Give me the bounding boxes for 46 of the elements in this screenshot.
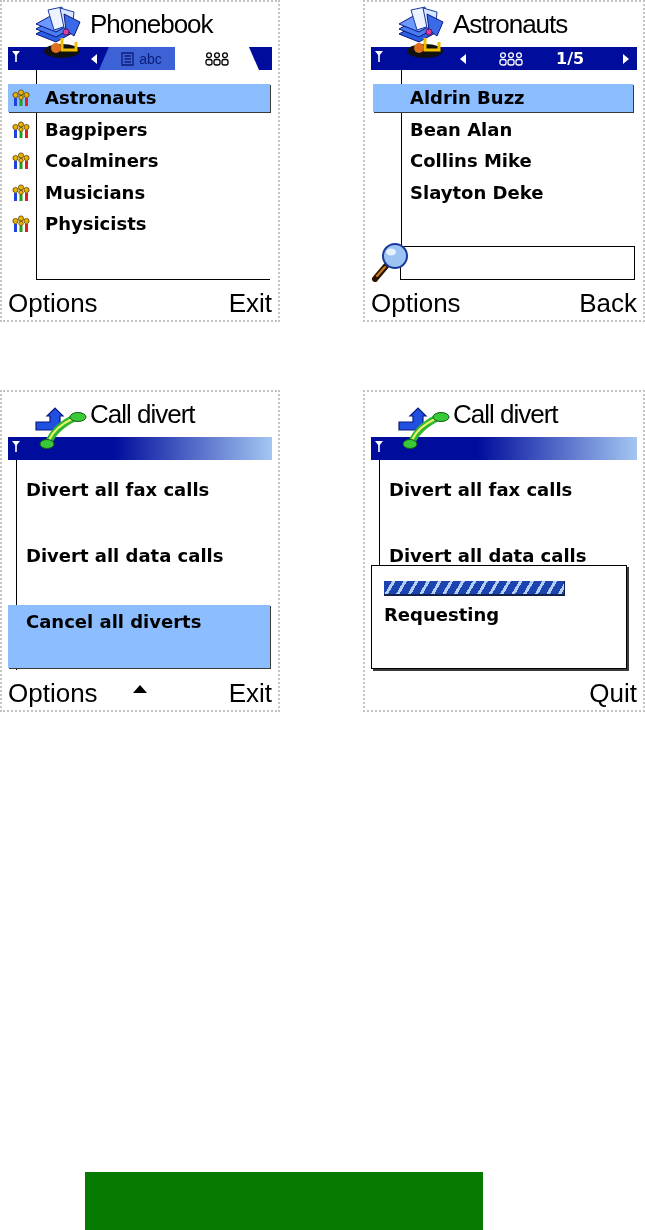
softkey-button[interactable]: Quit [589,678,637,708]
people-icon [12,152,30,170]
list-item[interactable]: Slayton Deke [373,178,633,207]
phone-arrow-icon [397,406,451,450]
list-item[interactable]: Divert all fax calls [8,473,270,501]
signal-icon [11,440,21,452]
list-item[interactable]: Musicians [8,178,270,207]
people-icon [12,183,30,202]
people-icon [204,51,230,66]
people-icon [498,51,524,66]
softkey-button[interactable]: Options [8,288,98,318]
softkey-button[interactable]: Options [371,288,461,318]
page-indicator: 1/5 [556,49,585,68]
softkey-button[interactable]: Exit [228,678,272,708]
screen-title: Call divert [90,399,195,429]
signal-icon [374,440,384,452]
dialog-message: Requesting [384,604,500,626]
screen-title: Call divert [453,399,558,429]
left-arrow-icon [91,53,97,64]
search-icon [371,242,409,282]
softkey-button[interactable]: Back [579,288,637,318]
phone-arrow-icon [34,406,88,450]
list-item[interactable]: Collins Mike [373,147,633,175]
screen-title: Astronauts [453,9,568,39]
list-item[interactable]: Physicists [8,210,270,238]
list-item[interactable]: Coalminers [8,147,270,175]
people-icon [12,89,30,107]
right-arrow-icon [623,53,629,64]
people-icon [12,120,30,139]
list-item[interactable]: Divert all fax calls [371,473,635,501]
softkey-button[interactable]: Exit [228,288,272,318]
signal-icon [11,50,21,62]
list-item[interactable]: Astronauts [8,84,270,112]
softkey-button[interactable]: Options [8,678,98,708]
list-item[interactable]: Aldrin Buzz [373,84,633,112]
screen-title: Phonebook [90,9,213,39]
list-item[interactable]: Cancel all diverts [8,605,270,668]
signal-icon [374,50,384,62]
people-icon [12,215,30,233]
find-field[interactable] [400,246,635,280]
list-item[interactable]: Bagpipers [8,115,270,144]
list-item[interactable]: Divert all data calls [8,539,270,567]
list-item[interactable]: Divert all data calls [371,539,635,567]
left-arrow-icon [460,53,466,64]
list-icon [120,51,137,66]
list-item[interactable]: Bean Alan [373,115,633,144]
